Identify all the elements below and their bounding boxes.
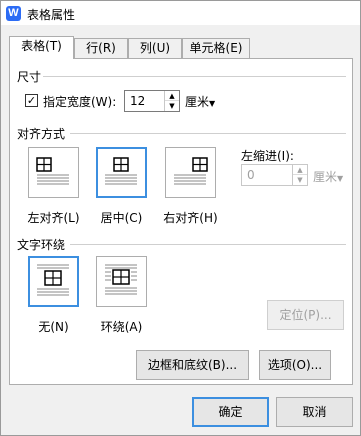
wrap-around-option[interactable]: [96, 256, 147, 307]
tab-cell[interactable]: 单元格(E): [182, 38, 250, 58]
left-indent-spinbox[interactable]: 0 ▲ ▼: [241, 164, 308, 186]
width-unit-label: 厘米: [185, 95, 210, 109]
width-unit-dropdown[interactable]: 厘米▼: [185, 93, 215, 110]
tab-column[interactable]: 列(U): [128, 38, 182, 58]
specify-width-checkbox[interactable]: ✓: [25, 94, 38, 107]
wrap-none-label: 无(N): [38, 320, 69, 334]
divider: [43, 76, 346, 77]
spin-down-icon[interactable]: ▼: [293, 175, 307, 185]
spin-up-icon[interactable]: ▲: [165, 91, 179, 101]
align-right-icon: [174, 157, 208, 185]
divider: [70, 244, 346, 245]
align-center-option[interactable]: [96, 147, 147, 198]
align-left-label: 左对齐(L): [27, 211, 80, 225]
indent-unit-label: 厘米: [313, 170, 338, 184]
align-right-label: 右对齐(H): [163, 211, 218, 225]
align-center-icon: [105, 157, 137, 185]
spin-up-icon[interactable]: ▲: [293, 165, 307, 175]
position-button[interactable]: 定位(P)...: [267, 300, 344, 330]
divider: [70, 133, 346, 134]
tab-panel-table: 尺寸 ✓ 指定宽度(W): 12 ▲ ▼ 厘米▼ 对齐方式 左对齐(L) 居中(…: [9, 58, 353, 385]
borders-shading-button[interactable]: 边框和底纹(B)...: [136, 350, 249, 380]
wrap-around-label: 环绕(A): [100, 320, 143, 334]
indent-spin-arrows: ▲ ▼: [292, 165, 307, 185]
tab-row[interactable]: 行(R): [74, 38, 128, 58]
title-bar: W 表格属性: [1, 1, 360, 25]
left-indent-label: 左缩进(I):: [241, 149, 294, 163]
spin-down-icon[interactable]: ▼: [165, 101, 179, 111]
ok-button[interactable]: 确定: [192, 397, 269, 427]
table-properties-dialog: W 表格属性 表格(T) 行(R) 列(U) 单元格(E) 尺寸 ✓ 指定宽度(…: [0, 0, 361, 436]
left-indent-value: 0: [247, 168, 255, 182]
chevron-down-icon: ▼: [209, 99, 216, 108]
align-right-option[interactable]: [165, 147, 216, 198]
wrap-around-icon: [105, 264, 137, 295]
align-center-label: 居中(C): [100, 211, 143, 225]
wrap-none-option[interactable]: [28, 256, 79, 307]
width-value: 12: [130, 94, 146, 108]
cancel-button[interactable]: 取消: [276, 397, 353, 427]
wrapping-group-label: 文字环绕: [17, 238, 66, 252]
align-left-icon: [36, 157, 69, 185]
tab-table[interactable]: 表格(T): [9, 36, 74, 59]
options-button[interactable]: 选项(O)...: [259, 350, 331, 380]
chevron-down-icon: ▼: [337, 174, 344, 183]
alignment-group-label: 对齐方式: [17, 127, 66, 141]
wps-writer-icon: W: [6, 6, 21, 21]
align-left-option[interactable]: [28, 147, 79, 198]
specify-width-label: 指定宽度(W):: [43, 95, 117, 109]
indent-unit-dropdown[interactable]: 厘米▼: [313, 168, 343, 185]
wrap-none-icon: [37, 264, 69, 296]
width-spin-arrows: ▲ ▼: [164, 91, 179, 111]
size-group-label: 尺寸: [17, 70, 42, 84]
dialog-title: 表格属性: [27, 8, 76, 22]
width-spinbox[interactable]: 12 ▲ ▼: [124, 90, 180, 112]
